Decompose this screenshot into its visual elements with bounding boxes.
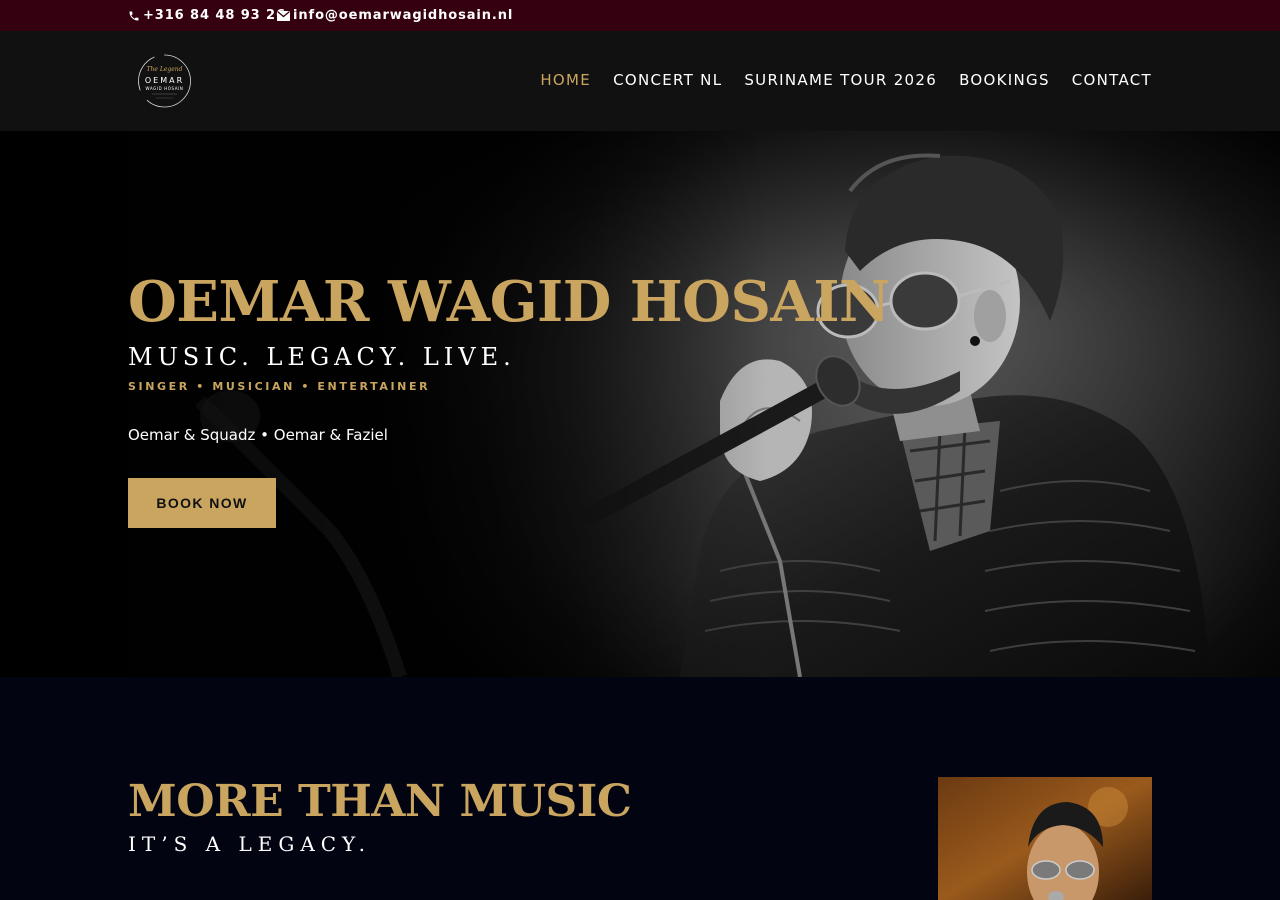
logo-subname: WAGID HOSAIN [146, 86, 184, 91]
nav-concert-nl[interactable]: CONCERT NL [613, 71, 722, 89]
nav-home[interactable]: HOME [540, 71, 591, 89]
section-title: MORE THAN MUSIC [128, 776, 632, 827]
phone-icon [129, 11, 139, 20]
phone-text: +316 84 48 93 26 [143, 8, 286, 23]
hero-roles: SINGER • MUSICIAN • ENTERTAINER [128, 380, 431, 393]
logo-script: The Legend [147, 66, 183, 73]
legacy-photo [938, 777, 1152, 900]
legacy-section: MORE THAN MUSIC IT’S A LEGACY. [0, 677, 1280, 900]
book-now-button[interactable]: BOOK NOW [128, 478, 276, 528]
site-header: The Legend OEMAR WAGID HOSAIN HOME CONCE… [0, 31, 1280, 131]
hero-groups: Oemar & Squadz • Oemar & Faziel [128, 426, 388, 444]
nav-suriname-tour[interactable]: SURINAME TOUR 2026 [744, 71, 937, 89]
main-nav: HOME CONCERT NL SURINAME TOUR 2026 BOOKI… [540, 71, 1152, 89]
phone-link[interactable]: +316 84 48 93 26 [128, 8, 286, 23]
site-logo[interactable]: The Legend OEMAR WAGID HOSAIN [136, 53, 193, 109]
hero-section: OEMAR WAGID HOSAIN MUSIC. LEGACY. LIVE. … [0, 131, 1280, 677]
email-link[interactable]: info@oemarwagidhosain.nl [277, 8, 513, 23]
nav-contact[interactable]: CONTACT [1072, 71, 1152, 89]
nav-bookings[interactable]: BOOKINGS [959, 71, 1050, 89]
top-bar: +316 84 48 93 26 info@oemarwagidhosain.n… [0, 0, 1280, 31]
mail-icon [277, 10, 290, 21]
hero-tagline: MUSIC. LEGACY. LIVE. [128, 343, 516, 371]
logo-name: OEMAR [145, 76, 184, 85]
section-subtitle: IT’S A LEGACY. [128, 832, 372, 856]
hero-singer-photo [0, 131, 1280, 677]
hero-title: OEMAR WAGID HOSAIN [128, 269, 890, 335]
email-text: info@oemarwagidhosain.nl [293, 8, 514, 23]
